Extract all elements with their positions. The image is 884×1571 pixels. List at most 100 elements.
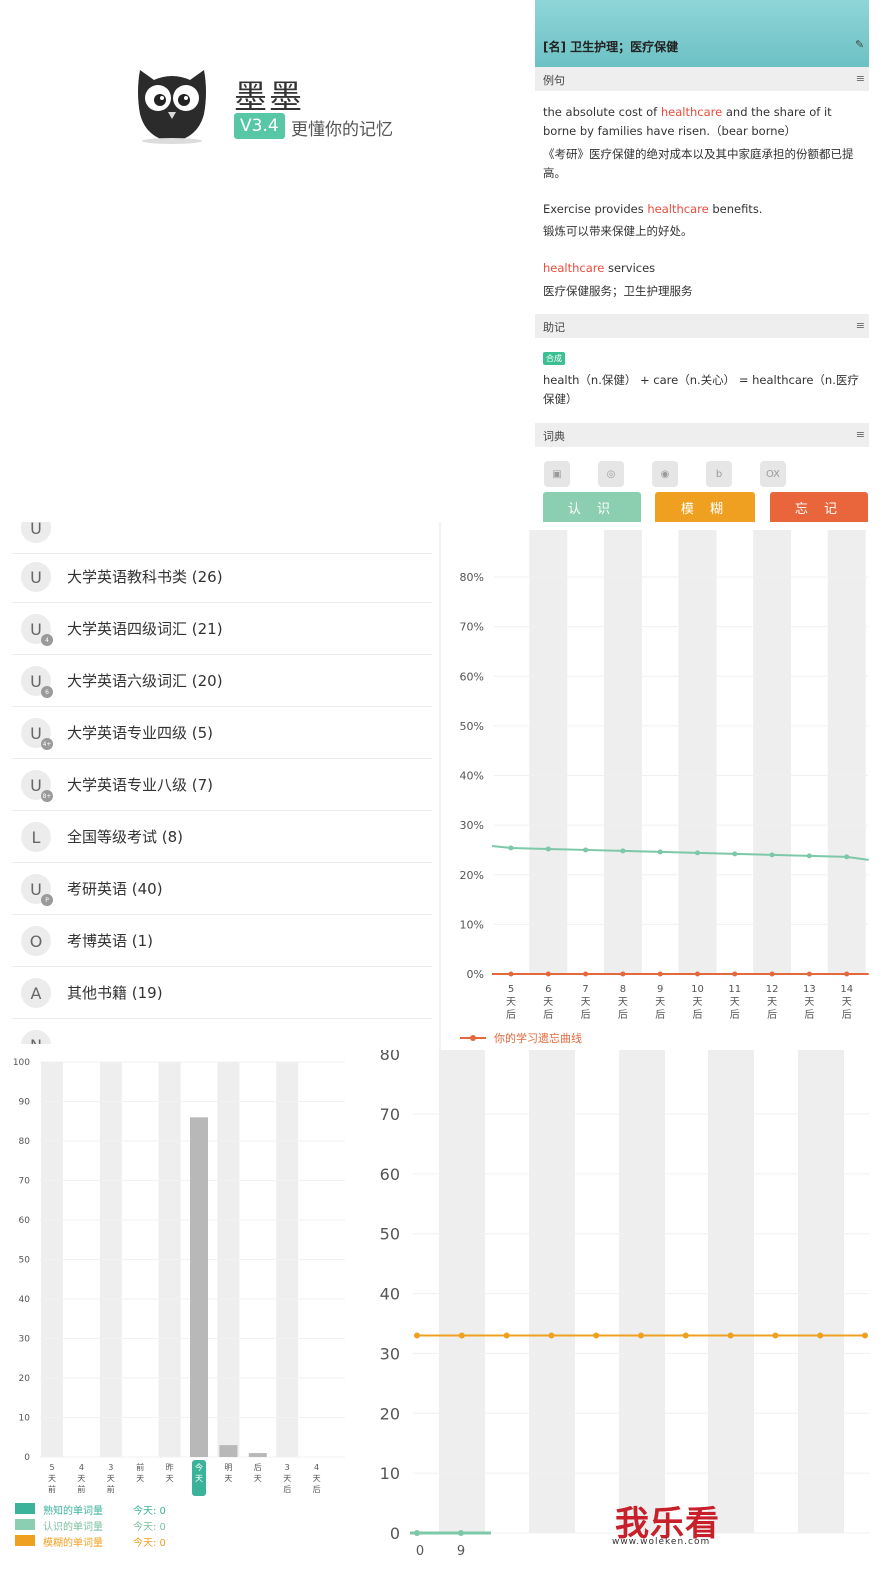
chart-band: [603, 530, 642, 974]
legend-item: 熟知的单词量 今天: 0: [15, 1502, 175, 1517]
list-item[interactable]: U6 大学英语六级词汇 (20): [12, 655, 432, 707]
y-tick-label: 80: [19, 1137, 31, 1147]
data-point: [806, 971, 812, 977]
x-tick-label: 13: [803, 984, 816, 995]
x-tick-label: 后: [693, 1009, 703, 1021]
list-item-partial[interactable]: N: [12, 1019, 432, 1044]
y-tick-label: 20: [19, 1374, 31, 1384]
know-button[interactable]: 认 识: [543, 492, 641, 522]
book-level-badge: 8+: [41, 790, 53, 802]
x-tick-label: 5: [49, 1463, 54, 1472]
x-tick-label: 天: [506, 997, 516, 1008]
x-tick-label: 天: [136, 1474, 144, 1483]
x-tick-label: 后: [842, 1009, 852, 1021]
section-menu-icon[interactable]: ≡: [856, 72, 865, 85]
list-item[interactable]: UP 考研英语 (40): [12, 863, 432, 915]
dict-a-icon[interactable]: ▣: [544, 461, 570, 487]
book-icon: U4: [21, 614, 53, 646]
oxford-icon[interactable]: OX: [760, 461, 786, 487]
book-level-badge: P: [41, 894, 53, 906]
x-tick-label: 昨: [166, 1462, 174, 1472]
section-menu-icon[interactable]: ≡: [856, 319, 865, 332]
book-level-badge: 4: [41, 634, 53, 646]
section-menu-icon[interactable]: ≡: [856, 428, 865, 441]
x-tick-label: 天: [767, 997, 777, 1008]
data-point: [545, 971, 551, 977]
chart-band: [708, 1050, 754, 1533]
x-tick-label: 天: [655, 997, 665, 1008]
mnemonic-text: health（n.保健） + care（n.关心） = healthcare（n…: [543, 373, 859, 406]
x-tick-label: 后: [506, 1009, 516, 1021]
x-tick-label: 天: [166, 1474, 174, 1483]
x-tick-label: 天: [48, 1474, 56, 1483]
mnemonic-tag: 合成: [543, 352, 565, 365]
x-tick-label: 后: [804, 1009, 814, 1021]
dict-b-icon[interactable]: ◎: [598, 461, 624, 487]
example-en: the absolute cost of healthcare and the …: [543, 105, 832, 138]
data-point: [844, 971, 850, 977]
dict-c-icon[interactable]: ◉: [652, 461, 678, 487]
section-dictionary-header[interactable]: 词典 ≡: [535, 423, 869, 447]
forgetting-curve-svg: 0% 10% 20% 30% 40% 50% 60% 70% 80% 5 天后 6 天后 7 天后 8 天后 9 天…: [439, 522, 869, 1050]
list-item[interactable]: U 8+ 大学英语专业八级 (7): [12, 759, 432, 811]
list-item[interactable]: U 大学英语教科书类 (26): [12, 551, 432, 603]
vague-button[interactable]: 模 糊: [655, 492, 755, 522]
chart-band: [439, 1050, 485, 1533]
y-tick-label: 70: [19, 1177, 31, 1187]
list-item[interactable]: U 4+ 大学英语专业四级 (5): [12, 707, 432, 759]
y-tick-label: 60%: [460, 670, 484, 683]
x-tick-label: 8: [620, 984, 626, 995]
book-level-badge: 4+: [41, 738, 53, 750]
slogan: 更懂你的记忆: [291, 120, 393, 140]
data-point: [682, 1332, 689, 1339]
example-zh: 《考研》医疗保健的绝对成本以及其中家庭承担的份额都已提高。: [543, 147, 854, 180]
legend-label: 你的学习遗忘曲线: [494, 1031, 582, 1045]
list-item[interactable]: O 考博英语 (1): [12, 915, 432, 967]
y-tick-label: 80%: [460, 571, 484, 584]
y-tick-label: 70%: [460, 621, 484, 634]
x-tick-label: 前: [107, 1484, 115, 1494]
version-badge: V3.4: [234, 113, 285, 139]
section-examples-header[interactable]: 例句 ≡: [535, 67, 869, 91]
bing-icon[interactable]: b: [706, 461, 732, 487]
y-tick-label: 90: [19, 1098, 31, 1108]
y-tick-label: 70: [380, 1105, 400, 1124]
y-tick-label: 40%: [460, 770, 484, 783]
app-name: 墨墨: [234, 77, 304, 116]
bar: [248, 1453, 267, 1457]
x-tick-label: 后: [767, 1009, 777, 1021]
bar: [219, 1445, 238, 1457]
data-point: [583, 971, 589, 977]
x-tick-label: 9: [457, 1544, 465, 1559]
book-icon: U: [21, 562, 51, 592]
data-point: [545, 846, 551, 852]
x-tick-label: 前: [48, 1484, 56, 1494]
list-item[interactable]: L 全国等级考试 (8): [12, 811, 432, 863]
x-tick-label: 天: [842, 997, 852, 1008]
chart-band: [529, 1050, 575, 1533]
data-point: [593, 1332, 600, 1339]
y-tick-label: 0: [24, 1453, 30, 1463]
x-tick-label: 天: [195, 1474, 203, 1483]
section-mnemonic-header[interactable]: 助记 ≡: [535, 314, 869, 338]
example-en: Exercise provides healthcare benefits.: [543, 202, 763, 216]
word-definition: [名] 卫生护理；医疗保健: [543, 40, 679, 54]
forget-button[interactable]: 忘 记: [770, 492, 868, 522]
list-item[interactable]: A 其他书籍 (19): [12, 967, 432, 1019]
x-tick-label: 后: [254, 1462, 262, 1472]
book-label: 大学英语专业八级 (7): [67, 776, 214, 794]
data-point: [806, 853, 812, 859]
list-item-partial[interactable]: U: [12, 522, 432, 554]
list-item[interactable]: U4 大学英语四级词汇 (21): [12, 603, 432, 655]
book-icon: O: [21, 926, 51, 956]
data-point: [503, 1332, 510, 1339]
book-icon: A: [21, 978, 51, 1008]
x-tick-label: 前: [136, 1462, 144, 1472]
edit-icon[interactable]: ✎: [855, 38, 864, 51]
x-tick-label: 天: [543, 997, 553, 1008]
chart-band: [529, 530, 568, 974]
data-point: [620, 971, 626, 977]
x-tick-label: 天: [313, 1474, 321, 1483]
book-label: 大学英语六级词汇 (20): [67, 672, 223, 690]
bar: [190, 1117, 208, 1457]
